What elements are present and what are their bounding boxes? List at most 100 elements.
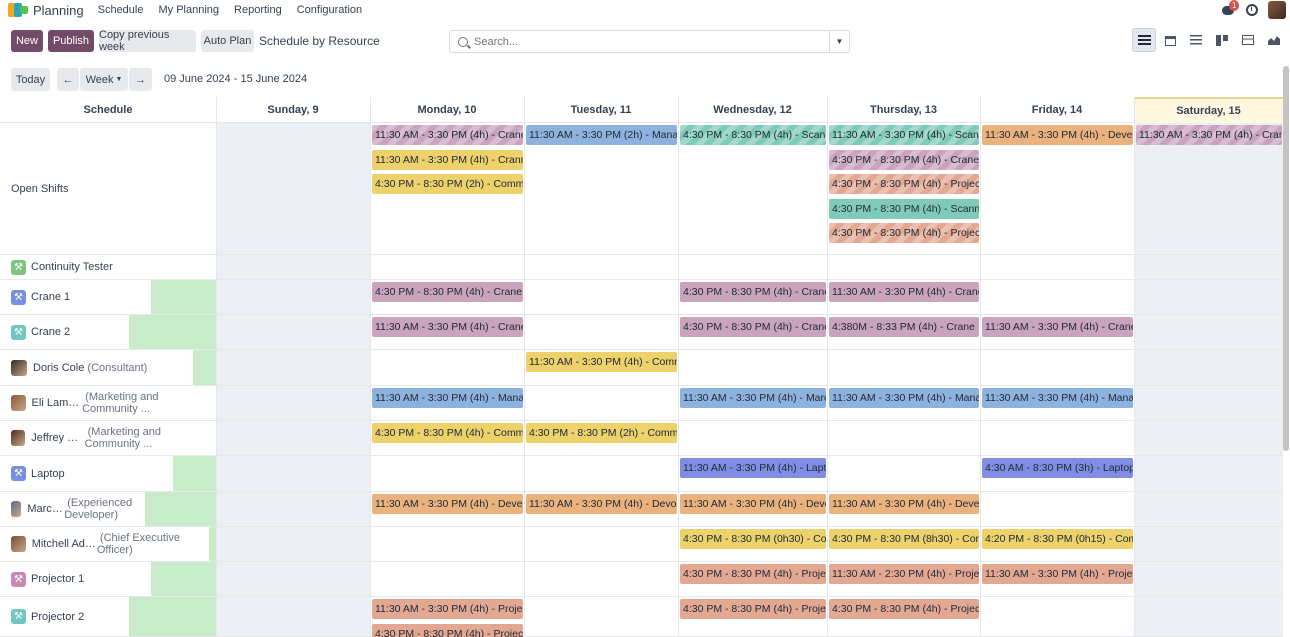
resource-row-projector-2[interactable]: ⚒ Projector 2 <box>0 597 216 636</box>
previous-period-button[interactable]: ← <box>57 68 79 91</box>
shift-pill[interactable]: 11:30 AM - 3:30 PM (4h) - Laptop <box>680 458 826 478</box>
shift-pill[interactable]: 11:30 AM - 3:30 PM (4h) - Crane <box>372 125 523 145</box>
shift-pill[interactable]: 4:30 PM - 8:30 PM (4h) - Projector <box>829 599 979 619</box>
shift-pill[interactable]: 4:30 PM - 8:30 PM (4h) - Scaner <box>680 125 826 145</box>
resource-label: Open Shifts <box>0 123 216 254</box>
resource-row-jeffrey-kelly[interactable]: Jeffrey Kelly (Marketing and Community .… <box>0 421 216 455</box>
shift-pill[interactable]: 4:30 PM - 8:30 PM (4h) - Crane <box>680 317 826 337</box>
app-brand[interactable]: Planning <box>8 3 98 18</box>
copy-previous-week-button[interactable]: Copy previous week <box>99 29 196 53</box>
person-avatar-icon <box>11 501 22 517</box>
planning-logo-icon <box>8 3 28 17</box>
shift-pill[interactable]: 11:30 AM - 3:30 PM (2h) - Manag... <box>526 125 677 145</box>
shift-pill[interactable]: 11:30 AM - 3:30 PM (4h) - Develo... <box>372 494 523 514</box>
resource-name: Crane 1 <box>31 291 71 303</box>
day-header: Wednesday, 12 <box>713 104 792 116</box>
menu-my-planning[interactable]: My Planning <box>158 4 219 16</box>
day-header: Monday, 10 <box>417 104 477 116</box>
shift-pill[interactable]: 11:30 AM - 3:30 PM (4h) - Projec... <box>982 564 1133 584</box>
shift-pill[interactable]: 4:30 PM - 8:30 PM (4h) - Crane <box>680 282 826 302</box>
person-avatar-icon <box>11 395 26 411</box>
vertical-scrollbar[interactable] <box>1283 66 1289 451</box>
person-avatar-icon <box>11 359 27 376</box>
menu-reporting[interactable]: Reporting <box>234 4 282 16</box>
shift-pill[interactable]: 4:30 PM - 8:30 PM (4h) - Projector <box>829 174 979 194</box>
auto-plan-button[interactable]: Auto Plan <box>201 30 254 52</box>
resource-row-eli-lambert[interactable]: Eli Lambert (Marketing and Community ... <box>0 386 216 420</box>
calendar-view-icon[interactable] <box>1158 28 1182 52</box>
shift-pill[interactable]: 4:30 PM - 8:30 PM (4h) - Crane <box>372 282 523 302</box>
shift-pill[interactable]: 4:30 PM - 8:30 PM (4h) - Commu... <box>372 423 523 443</box>
shift-pill[interactable]: 4:20 PM - 8:30 PM (0h15) - Com... <box>982 529 1133 549</box>
new-button[interactable]: New <box>11 30 43 52</box>
resource-row-continuity-tester[interactable]: ⚒ Continuity Tester <box>0 255 216 279</box>
caret-down-icon: ▼ <box>835 37 844 46</box>
resource-row-open-shifts[interactable]: Open Shifts <box>0 123 216 254</box>
shift-pill[interactable]: 4:30 PM - 8:30 PM (4h) - Projector <box>829 223 979 243</box>
person-avatar-icon <box>11 536 26 552</box>
pivot-view-icon[interactable] <box>1236 28 1260 52</box>
resource-row-crane-1[interactable]: ⚒ Crane 1 <box>0 280 216 314</box>
shift-pill[interactable]: 11:30 AM - 3:30 PM (4h) - Crane <box>372 317 523 337</box>
shift-pill[interactable]: 4:30 PM - 8:30 PM (4h) - Scanner <box>829 198 979 219</box>
resource-label: ⚒ Projector 2 <box>0 597 129 636</box>
kanban-view-icon[interactable] <box>1210 28 1234 52</box>
shift-pill[interactable]: 4:30 AM - 8:30 PM (3h) - Laptop <box>982 458 1133 478</box>
person-avatar-icon <box>11 430 26 446</box>
scale-dropdown[interactable]: Week ▼ <box>80 68 128 91</box>
shift-pill[interactable]: 11:30 AM - 3:30 PM (4h) - Maro... <box>680 388 826 408</box>
resource-row-mitchell-admin[interactable]: Mitchell Admin (Chief Executive Officer) <box>0 527 216 561</box>
shift-pill[interactable]: 11:30 AM - 3:30 PM (4h) - Manag... <box>372 388 523 408</box>
day-header: Tuesday, 11 <box>570 104 632 116</box>
resource-role: (Marketing and Community ... <box>84 426 161 450</box>
shift-pill[interactable]: 11:30 AM - 3:30 PM (4h) - Develo... <box>829 494 979 514</box>
shift-pill[interactable]: 11:30 AM - 3:30 PM (4h) - Develo... <box>982 125 1133 145</box>
shift-pill[interactable]: 11:30 AM - 2:30 PM (4h) - Projec... <box>829 564 979 584</box>
shift-pill[interactable]: 11:30 AM - 3:30 PM (4h) - Manag... <box>829 388 979 408</box>
search-options-toggle[interactable]: ▼ <box>829 31 849 52</box>
list-view-icon[interactable] <box>1184 28 1208 52</box>
shift-pill[interactable]: 11:30 AM - 3:30 PM (4h) - Develo... <box>680 494 826 514</box>
control-panel: New Publish Copy previous week Auto Plan… <box>0 28 1290 54</box>
shift-pill[interactable]: 11:30 AM - 3:30 PM (4h) - Crane <box>829 282 979 302</box>
shift-pill[interactable]: 4:380M - 8:33 PM (4h) - Crane <box>829 317 979 337</box>
grid-column-divider <box>980 97 981 637</box>
shift-pill[interactable]: 11:30 AM - 3:30 PM (4h) - Scanner <box>829 125 979 145</box>
graph-view-icon[interactable] <box>1262 28 1286 52</box>
date-navigation: Today ← Week ▼ → 09 June 2024 - 15 June … <box>0 68 1290 92</box>
shift-pill[interactable]: 4:30 PM - 8:30 PM (8h30) - Com... <box>829 529 979 549</box>
shift-pill[interactable]: 4:30 PM - 8:30 PM (4h) - Crane <box>829 149 979 170</box>
shift-pill[interactable]: 4:30 PM - 8:30 PM (4h) - Projector <box>680 564 826 584</box>
resource-row-marc-demo[interactable]: Marc Demo (Experienced Developer) <box>0 492 216 526</box>
today-button[interactable]: Today <box>11 68 50 91</box>
shift-pill[interactable]: 11:30 AM - 3:30 PM (4h) - Cranm... <box>372 149 523 170</box>
resource-row-crane-2[interactable]: ⚒ Crane 2 <box>0 315 216 349</box>
resource-label: ⚒ Laptop <box>0 456 173 491</box>
search-input[interactable] <box>474 35 824 48</box>
day-header: Sunday, 9 <box>267 104 319 116</box>
user-avatar[interactable] <box>1268 1 1286 19</box>
menu-configuration[interactable]: Configuration <box>297 4 362 16</box>
resource-row-laptop[interactable]: ⚒ Laptop <box>0 456 216 491</box>
shift-pill[interactable]: 11:30 AM - 3:30 PM (4h) - Crane <box>1136 125 1282 145</box>
shift-pill[interactable]: 11:30 AM - 3:30 PM (4h) - Manag... <box>982 388 1133 408</box>
menu-schedule[interactable]: Schedule <box>98 4 144 16</box>
app-title: Planning <box>33 2 84 18</box>
next-period-button[interactable]: → <box>129 68 152 91</box>
shift-pill[interactable]: 4:30 PM - 8:30 PM (4h) - Projector <box>372 623 523 637</box>
day-header-today: Saturday, 15 <box>1134 97 1283 123</box>
shift-pill[interactable]: 4:30 PM - 8:30 PM (0h30) - Com... <box>680 529 826 549</box>
shift-pill[interactable]: 4:30 PM - 8:30 PM (2h) - Commu... <box>526 423 677 443</box>
shift-pill[interactable]: 11:30 AM - 3:30 PM (4h) - Projec... <box>372 599 523 619</box>
activity-clock-icon[interactable] <box>1246 4 1258 16</box>
shift-pill[interactable]: 11:30 AM - 3:30 PM (4h) - Crane <box>982 317 1133 337</box>
messaging-icon[interactable]: 1 <box>1222 0 1240 16</box>
shift-pill[interactable]: 11:30 AM - 3:30 PM (4h) - Comm... <box>526 352 677 372</box>
resource-row-projector-1[interactable]: ⚒ Projector 1 <box>0 562 216 596</box>
publish-button[interactable]: Publish <box>48 30 94 52</box>
shift-pill[interactable]: 4:30 PM - 8:30 PM (2h) - Commu... <box>372 174 523 194</box>
gantt-view-icon[interactable] <box>1132 28 1156 52</box>
shift-pill[interactable]: 4:30 PM - 8:30 PM (4h) - Projector <box>680 599 826 619</box>
resource-row-doris-cole[interactable]: Doris Cole (Consultant) <box>0 350 216 385</box>
shift-pill[interactable]: 11:30 AM - 3:30 PM (4h) - Devo... <box>526 494 677 514</box>
